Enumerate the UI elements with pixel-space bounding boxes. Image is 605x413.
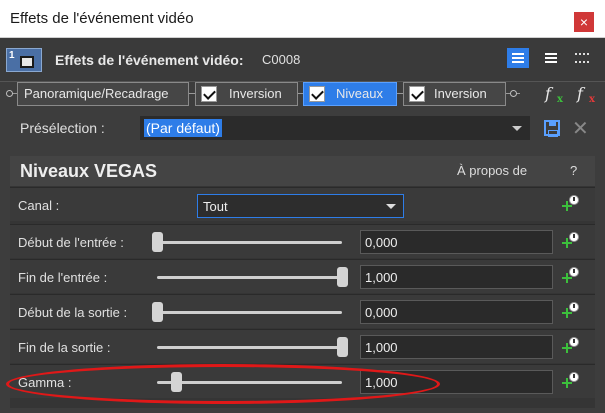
- param-slider-thumb[interactable]: [170, 372, 182, 392]
- keyframe-icon[interactable]: [562, 337, 580, 355]
- plugin-inversion-2[interactable]: Inversion: [403, 82, 506, 106]
- detail-view-button[interactable]: [540, 48, 562, 68]
- param-value: 0,000: [365, 305, 398, 320]
- param-label: Début de l'entrée :: [18, 235, 124, 250]
- channel-label: Canal :: [18, 198, 60, 213]
- param-value-field[interactable]: 1,000: [360, 370, 553, 394]
- title-bar: Effets de l'événement vidéo ×: [0, 0, 605, 38]
- param-label: Fin de la sortie :: [18, 340, 111, 355]
- plugin-enable-checkbox[interactable]: [409, 86, 425, 102]
- param-slider-track[interactable]: [157, 276, 342, 279]
- keyframe-icon[interactable]: [562, 372, 580, 390]
- param-row: Gamma : 1,000: [10, 364, 595, 398]
- chain-start-node: [6, 90, 13, 97]
- preset-row: Présélection : (Par défaut) ✕: [0, 112, 605, 144]
- param-value: 1,000: [365, 340, 398, 355]
- param-value: 1,000: [365, 270, 398, 285]
- film-icon: [20, 56, 34, 68]
- channel-value: Tout: [203, 199, 228, 214]
- param-value-field[interactable]: 1,000: [360, 335, 553, 359]
- param-slider-thumb[interactable]: [337, 267, 348, 287]
- keyframe-icon[interactable]: [562, 267, 580, 285]
- plugin-enable-checkbox[interactable]: [309, 86, 325, 102]
- plugin-label: Inversion: [434, 86, 487, 101]
- param-slider-thumb[interactable]: [152, 302, 163, 322]
- plugin-title-bar: Niveaux VEGAS À propos de ?: [10, 156, 595, 186]
- plugin-label: Panoramique/Recadrage: [24, 86, 169, 101]
- about-link[interactable]: À propos de: [457, 163, 527, 178]
- keyframe-icon[interactable]: [562, 195, 580, 213]
- preset-dropdown[interactable]: (Par défaut): [140, 116, 530, 140]
- param-row: Fin de la sortie : 1,000: [10, 329, 595, 363]
- preset-value: (Par défaut): [144, 119, 222, 137]
- param-value-field[interactable]: 0,000: [360, 300, 553, 324]
- param-slider-track[interactable]: [157, 241, 342, 244]
- plugin-inversion-1[interactable]: Inversion: [195, 82, 298, 106]
- chevron-down-icon: [386, 204, 396, 209]
- effects-header: 1 Effets de l'événement vidéo: C0008: [0, 38, 605, 82]
- plugin-title: Niveaux VEGAS: [20, 161, 158, 181]
- param-slider-track[interactable]: [157, 311, 342, 314]
- plugin-panel: Niveaux VEGAS À propos de ? Canal : Tout…: [10, 156, 595, 408]
- list-view-button[interactable]: [507, 48, 529, 68]
- param-label: Gamma :: [18, 375, 72, 390]
- plugin-pan-crop[interactable]: Panoramique/Recadrage: [17, 82, 189, 106]
- event-thumbnail: 1: [6, 48, 42, 72]
- param-row: Fin de l'entrée : 1,000: [10, 259, 595, 293]
- param-value: 1,000: [365, 375, 398, 390]
- fx-add-icon: f: [545, 84, 551, 103]
- keyframe-icon[interactable]: [562, 232, 580, 250]
- channel-row: Canal : Tout: [10, 187, 595, 221]
- plugin-enable-checkbox[interactable]: [201, 86, 217, 102]
- param-value: 0,000: [365, 235, 398, 250]
- param-slider-thumb[interactable]: [337, 337, 348, 357]
- channel-select[interactable]: Tout: [197, 194, 404, 218]
- close-button[interactable]: ×: [574, 12, 594, 32]
- param-label: Début de la sortie :: [18, 305, 128, 320]
- plugin-label: Niveaux: [336, 86, 383, 101]
- fx-remove-icon: f: [577, 84, 583, 103]
- plugin-niveaux[interactable]: Niveaux: [303, 82, 397, 106]
- param-value-field[interactable]: 0,000: [360, 230, 553, 254]
- grid-view-icon: [575, 53, 589, 63]
- chain-end-node: [510, 90, 517, 97]
- window-title: Effets de l'événement vidéo: [10, 10, 194, 27]
- header-label: Effets de l'événement vidéo:: [55, 52, 244, 68]
- detail-view-icon: [545, 53, 557, 63]
- add-plugin-button[interactable]: fx: [545, 84, 563, 105]
- plugin-label: Inversion: [229, 86, 282, 101]
- param-row: Début de l'entrée : 0,000: [10, 224, 595, 258]
- save-icon[interactable]: [544, 120, 560, 137]
- help-button[interactable]: ?: [570, 163, 577, 178]
- param-value-field[interactable]: 1,000: [360, 265, 553, 289]
- chevron-down-icon: [512, 126, 522, 131]
- delete-preset-icon[interactable]: ✕: [572, 116, 589, 141]
- preset-label: Présélection :: [20, 120, 105, 136]
- param-slider-thumb[interactable]: [152, 232, 163, 252]
- keyframe-icon[interactable]: [562, 302, 580, 320]
- event-name: C0008: [262, 52, 301, 67]
- param-slider-track[interactable]: [157, 381, 342, 384]
- param-row: Début de la sortie : 0,000: [10, 294, 595, 328]
- event-number: 1: [9, 50, 15, 61]
- plugin-chain: Panoramique/Recadrage Inversion Niveaux …: [0, 82, 605, 110]
- list-view-icon: [512, 53, 524, 63]
- remove-plugin-button[interactable]: fx: [577, 84, 595, 105]
- param-label: Fin de l'entrée :: [18, 270, 108, 285]
- param-slider-track[interactable]: [157, 346, 342, 349]
- grid-view-button[interactable]: [571, 48, 593, 68]
